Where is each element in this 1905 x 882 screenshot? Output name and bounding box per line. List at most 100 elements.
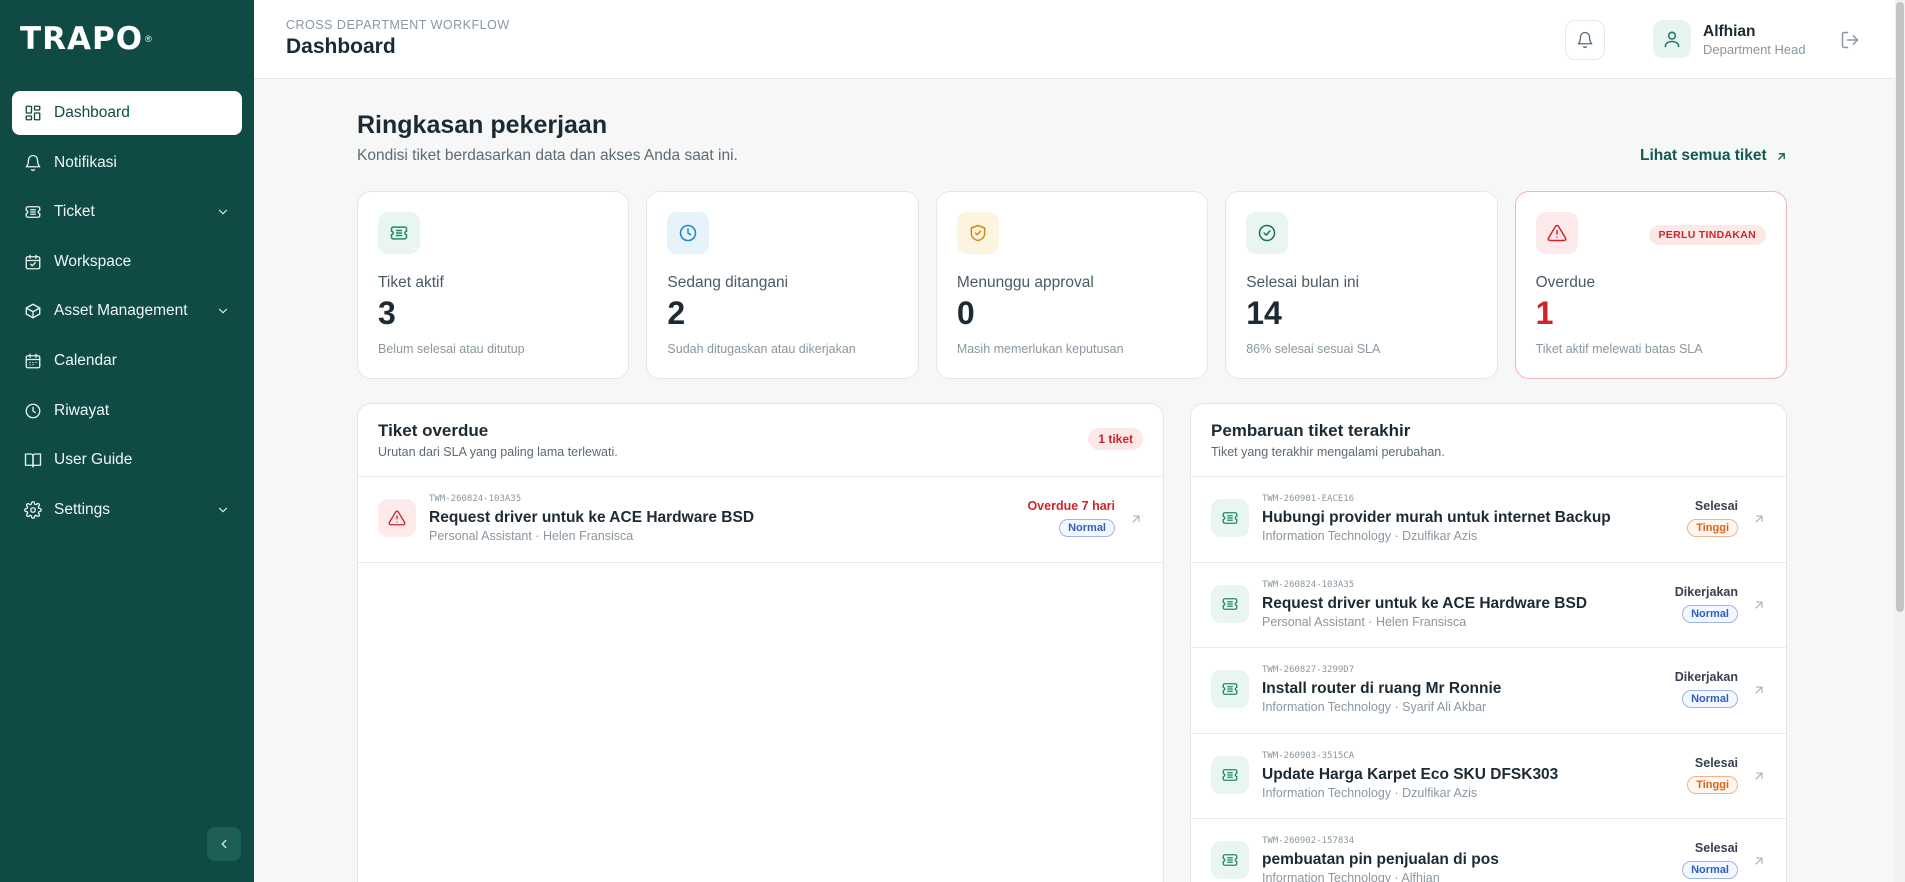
sidebar-item-riwayat[interactable]: Riwayat: [12, 389, 242, 433]
card-value: 3: [378, 295, 396, 331]
sidebar-item-workspace[interactable]: Workspace: [12, 240, 242, 284]
summary-card-tiket-aktif[interactable]: Tiket aktif 3 Belum selesai atau ditutup: [357, 191, 630, 379]
ticket-title: Install router di ruang Mr Ronnie: [1262, 680, 1502, 697]
ticket-row[interactable]: TWM-260901-EACE16 Hubungi provider murah …: [1191, 477, 1786, 563]
sidebar-item-settings[interactable]: Settings: [12, 488, 242, 532]
avatar[interactable]: [1653, 20, 1691, 58]
priority-badge: Normal: [1682, 604, 1738, 623]
dashboard-grid-icon: [25, 105, 41, 121]
logo-text: TRAPO: [20, 21, 144, 57]
sidebar-item-asset-management[interactable]: Asset Management: [12, 289, 242, 333]
arrow-up-right-icon: [1755, 601, 1763, 608]
ticket-status: Selesai: [1694, 841, 1738, 855]
arrow-up-right-icon: [1132, 515, 1140, 523]
card-note: Tiket aktif melewati batas SLA: [1535, 342, 1703, 356]
card-value: 0: [956, 295, 975, 331]
sidebar-item-calendar[interactable]: Calendar: [12, 339, 242, 383]
arrow-up-right-icon: [1755, 857, 1763, 865]
ticket-meta: Personal Assistant · Helen Fransisca: [1262, 614, 1467, 629]
summary-card-sedang-ditangani[interactable]: Sedang ditangani 2 Sudah ditugaskan atau d…: [646, 191, 919, 379]
ticket-icon: [1222, 768, 1238, 781]
updates-list: TWM-260901-EACE16 Hubungi provider murah …: [1191, 477, 1786, 882]
updates-panel-subtitle: Tiket yang terakhir mengalami perubahan.: [1211, 445, 1445, 459]
ticket-code: TWM-260902-157834: [1262, 836, 1355, 846]
sidebar-item-label: Notifikasi: [54, 153, 117, 171]
alert-triangle-icon: [1547, 224, 1567, 242]
overdue-list: TWM-260824-103A35 Request driver untuk ke…: [358, 477, 1163, 563]
priority-badge: Normal: [1682, 690, 1738, 708]
ticket-row[interactable]: TWM-260903-3515CA Update Harga Karpet Eco…: [1191, 734, 1786, 819]
sidebar-item-label: User Guide: [54, 451, 133, 469]
ticket-row[interactable]: TWM-260902-157834 pembuatan pin penjualan…: [1191, 819, 1786, 882]
open-ticket-button[interactable]: [1752, 854, 1766, 868]
updates-panel-title: Pembaruan tiket terakhir: [1211, 421, 1411, 440]
card-label: Sedang ditangani: [667, 274, 789, 291]
brand-logo[interactable]: TRAPO ®: [20, 21, 152, 57]
logout-icon: [1841, 31, 1859, 49]
chevron-down-icon: [216, 503, 230, 517]
user-icon: [1664, 31, 1680, 48]
open-ticket-button[interactable]: [1752, 512, 1766, 526]
collapse-sidebar-button[interactable]: [207, 827, 241, 861]
check-circle-icon: [1258, 224, 1276, 242]
arrow-up-right-icon: [1777, 152, 1785, 160]
card-label: Overdue: [1535, 274, 1596, 291]
sidebar: TRAPO ® Dashboard Notifikasi Ticket Workspac…: [0, 0, 254, 882]
logout-button[interactable]: [1840, 30, 1860, 50]
priority-badge: Tinggi: [1687, 519, 1738, 537]
calendar-icon-wrap: [24, 352, 42, 370]
ticket-icon: [1222, 854, 1238, 866]
ticket-meta: Personal Assistant · Helen Fransisca: [429, 529, 634, 543]
summary-card-menunggu-approval[interactable]: Menunggu approval 0 Masih memerlukan keput…: [935, 191, 1209, 379]
updates-panel-header: Pembaruan tiket terakhir Tiket yang tera…: [1191, 404, 1786, 477]
ticket-meta: Information Technology · Dzulfikar Azis: [1262, 785, 1478, 800]
summary-card-selesai-bulan-ini[interactable]: Selesai bulan ini 14 86% selesai sesuai SL…: [1225, 191, 1498, 379]
page-title: Dashboard: [286, 35, 396, 58]
ticket-status: Selesai: [1694, 755, 1738, 770]
open-ticket-button[interactable]: [1752, 769, 1766, 783]
sidebar-item-label: Ticket: [54, 203, 95, 221]
open-ticket-button[interactable]: [1752, 683, 1766, 697]
sidebar-item-notifikasi[interactable]: Notifikasi: [12, 141, 242, 185]
summary-card-overdue[interactable]: PERLU TINDAKAN Overdue 1 Tiket aktif melewa…: [1514, 191, 1788, 379]
ticket-row-icon: [1211, 499, 1249, 537]
ticket-icon: [1222, 683, 1238, 695]
sidebar-item-label: Dashboard: [54, 104, 130, 121]
alert-triangle-icon: [388, 510, 406, 526]
ticket-row[interactable]: TWM-260827-3299D7 Install router di ruang…: [1191, 648, 1786, 734]
card-label: Menunggu approval: [956, 274, 1094, 291]
notifications-button[interactable]: [1565, 20, 1605, 60]
ticket-title: Hubungi provider murah untuk internet Ba…: [1262, 509, 1611, 526]
priority-badge: Normal: [1682, 861, 1738, 879]
ticket-code: TWM-260903-3515CA: [1262, 750, 1355, 761]
open-ticket-button[interactable]: [1752, 598, 1766, 612]
sidebar-item-label: Riwayat: [54, 401, 110, 419]
overdue-count-badge: 1 tiket: [1088, 428, 1143, 450]
ticket-row[interactable]: TWM-260824-103A35 Request driver untuk ke…: [358, 477, 1163, 563]
ticket-code: TWM-260827-3299D7: [1262, 665, 1355, 675]
card-label: Selesai bulan ini: [1246, 274, 1360, 291]
sidebar-item-dashboard[interactable]: Dashboard: [12, 91, 242, 135]
chevron-down-icon: [216, 304, 230, 318]
sidebar-item-ticket[interactable]: Ticket: [12, 190, 242, 234]
sidebar-item-label: Settings: [54, 500, 111, 518]
ticket-row-icon: [1211, 670, 1249, 708]
overdue-panel-header: Tiket overdue Urutan dari SLA yang palin…: [358, 404, 1163, 477]
updates-panel: Pembaruan tiket terakhir Tiket yang tera…: [1190, 403, 1787, 882]
open-ticket-button[interactable]: [1129, 512, 1143, 526]
card-label: Tiket aktif: [378, 274, 444, 291]
ticket-status: Dikerjakan: [1674, 584, 1738, 599]
see-all-tickets-link[interactable]: Lihat semua tiket: [1640, 147, 1788, 165]
card-icon: [956, 212, 999, 254]
page-scrollbar-thumb[interactable]: [1896, 2, 1904, 612]
ticket-row[interactable]: TWM-260824-103A35 Request driver untuk ke…: [1191, 563, 1786, 648]
sidebar-item-user-guide[interactable]: User Guide: [12, 438, 242, 482]
ticket-meta: Information Technology · Alfhian: [1262, 871, 1440, 882]
ticket-row-icon: [378, 499, 416, 537]
chevron-down-icon: [216, 205, 230, 219]
card-icon: [667, 212, 710, 254]
ticket-icon: [25, 206, 41, 219]
gear-icon-wrap: [24, 500, 42, 519]
user-name: Alfhian: [1703, 23, 1756, 40]
book-open-icon: [24, 453, 42, 468]
